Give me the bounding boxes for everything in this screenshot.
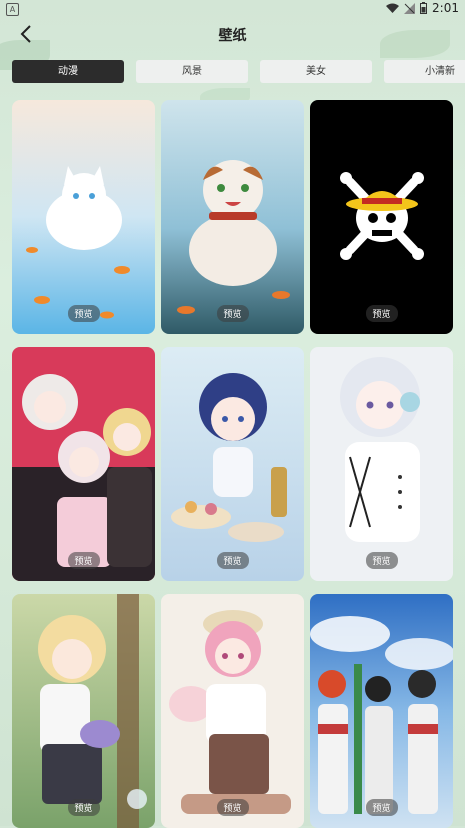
wallpaper-image xyxy=(310,594,453,828)
preview-badge[interactable]: 预览 xyxy=(365,799,398,816)
preview-badge[interactable]: 预览 xyxy=(67,799,100,816)
preview-badge[interactable]: 预览 xyxy=(365,552,398,569)
wallpaper-image xyxy=(161,100,304,334)
wallpaper-card[interactable]: 预览 xyxy=(161,347,304,581)
preview-badge[interactable]: 预览 xyxy=(67,305,100,322)
wallpaper-image xyxy=(12,594,155,828)
app-header: 壁纸 xyxy=(0,18,465,50)
tab-anime[interactable]: 动漫 xyxy=(12,60,124,83)
battery-icon xyxy=(420,2,428,14)
tab-beauty[interactable]: 美女 xyxy=(260,60,372,83)
wallpaper-card[interactable]: 预览 xyxy=(161,594,304,828)
wallpaper-card[interactable]: 预览 xyxy=(161,100,304,334)
wallpaper-card[interactable]: 预览 xyxy=(12,594,155,828)
wallpaper-image xyxy=(161,594,304,828)
status-bar: A 2:01 xyxy=(0,0,465,18)
wallpaper-image xyxy=(310,347,453,581)
wallpaper-card[interactable]: 预览 xyxy=(310,594,453,828)
status-time: 2:01 xyxy=(432,1,459,15)
wallpaper-card[interactable]: 预览 xyxy=(310,347,453,581)
preview-badge[interactable]: 预览 xyxy=(216,305,249,322)
preview-badge[interactable]: 预览 xyxy=(67,552,100,569)
wallpaper-image xyxy=(161,347,304,581)
wallpaper-card[interactable]: 预览 xyxy=(12,100,155,334)
tab-landscape[interactable]: 风景 xyxy=(136,60,248,83)
wallpaper-card[interactable]: 预览 xyxy=(12,347,155,581)
preview-badge[interactable]: 预览 xyxy=(216,552,249,569)
wifi-icon xyxy=(386,3,400,13)
tab-fresh[interactable]: 小清新 xyxy=(384,60,465,83)
status-right: 2:01 xyxy=(386,1,459,15)
preview-badge[interactable]: 预览 xyxy=(365,305,398,322)
preview-badge[interactable]: 预览 xyxy=(216,799,249,816)
wallpaper-image xyxy=(12,100,155,334)
notification-icon: A xyxy=(6,3,19,16)
wallpaper-image xyxy=(310,100,453,334)
signal-icon xyxy=(404,2,416,14)
page-title: 壁纸 xyxy=(218,28,247,44)
category-tabs: 动漫 风景 美女 小清新 xyxy=(12,60,465,84)
wallpaper-image xyxy=(12,347,155,581)
wallpaper-card[interactable]: 预览 xyxy=(310,100,453,334)
